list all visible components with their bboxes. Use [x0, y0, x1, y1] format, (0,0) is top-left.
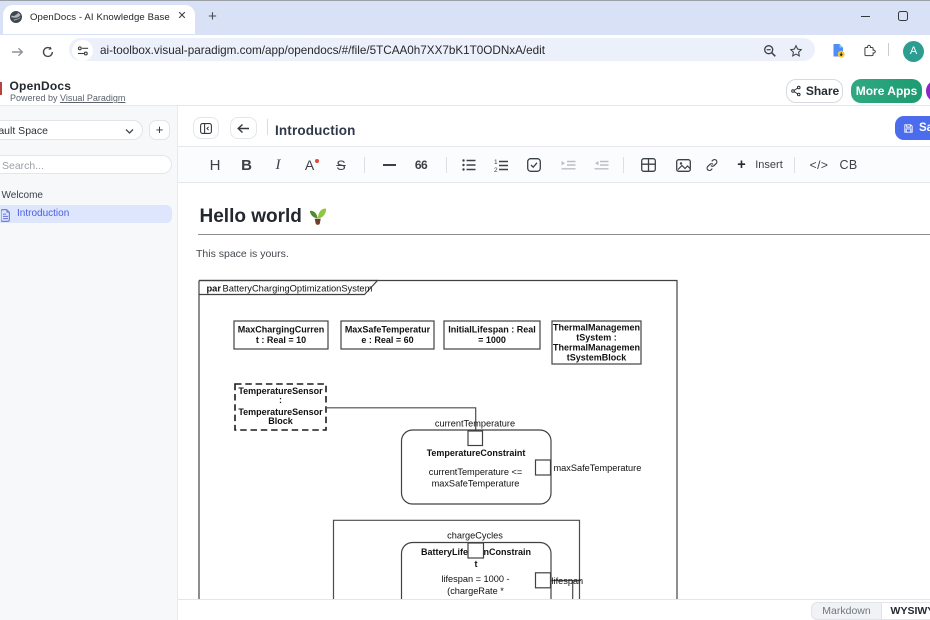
svg-text:InitialLifespan : Real: InitialLifespan : Real — [448, 324, 536, 334]
svg-text:currentTemperature <=: currentTemperature <= — [429, 467, 522, 477]
svg-text:MaxSafeTemperatur: MaxSafeTemperatur — [345, 324, 431, 334]
svg-text:chargeCycles: chargeCycles — [447, 531, 503, 541]
svg-text:e : Real = 60: e : Real = 60 — [361, 335, 413, 345]
svg-text:t : Real = 10: t : Real = 10 — [256, 335, 306, 345]
svg-text:MaxChargingCurren: MaxChargingCurren — [238, 324, 325, 334]
svg-text:1: 1 — [494, 159, 498, 166]
svg-text:tSystem :: tSystem : — [576, 333, 617, 343]
svg-text:maxSafeTemperature: maxSafeTemperature — [432, 479, 520, 489]
svg-text:tSystemBlock: tSystemBlock — [567, 353, 628, 363]
svg-text:TemperatureConstraint: TemperatureConstraint — [427, 448, 526, 458]
svg-text:currentTemperature: currentTemperature — [435, 418, 515, 428]
svg-text:ThermalManagemen: ThermalManagemen — [553, 323, 640, 333]
svg-text::: : — [279, 395, 282, 405]
svg-text:ThermalManagemen: ThermalManagemen — [553, 343, 640, 353]
svg-text:= 1000: = 1000 — [478, 335, 506, 345]
svg-text:t: t — [475, 559, 478, 569]
svg-text:maxSafeTemperature: maxSafeTemperature — [554, 463, 642, 473]
svg-text:lifespan = 1000 -: lifespan = 1000 - — [441, 574, 509, 584]
svg-text:par: par — [207, 283, 222, 293]
svg-text:2: 2 — [494, 167, 498, 172]
svg-text:BatteryChargingOptimizationSys: BatteryChargingOptimizationSystem — [223, 283, 373, 293]
svg-text:(chargeRate *: (chargeRate * — [447, 586, 504, 596]
svg-text:lifespan: lifespan — [552, 576, 584, 586]
svg-text:Block: Block — [268, 416, 294, 426]
